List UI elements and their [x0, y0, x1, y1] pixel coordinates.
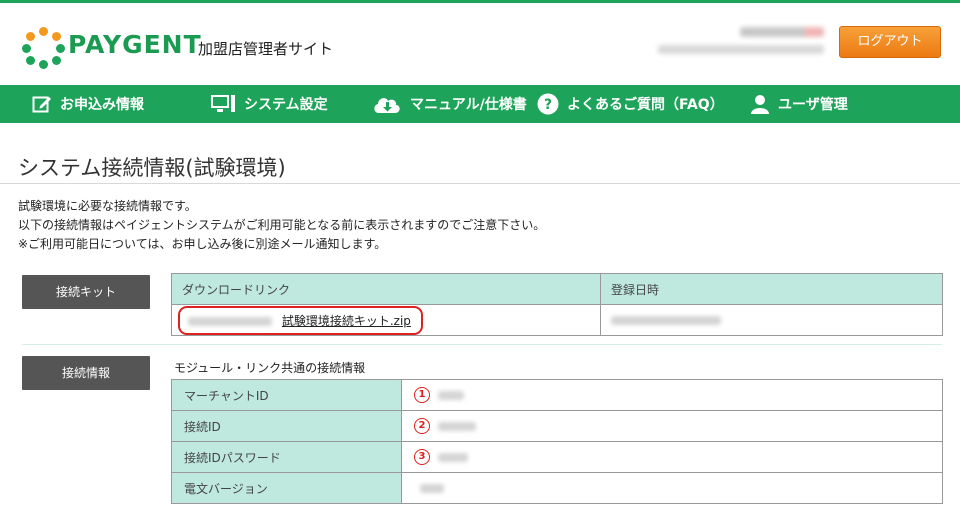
nav-label: システム設定 — [244, 97, 328, 113]
number-badge: 1 — [414, 387, 430, 403]
connection-id-value: 2 — [401, 410, 943, 442]
description-line: 試験環境に必要な接続情報です。 — [18, 199, 197, 213]
download-cell: 試験環境接続キット.zip — [171, 304, 601, 336]
header-download-link: ダウンロードリンク — [171, 273, 601, 305]
description-line: ※ご利用可能日については、お申し込み後に別途メール通知します。 — [18, 237, 387, 251]
user-icon — [750, 94, 770, 114]
nav-item-application[interactable]: お申込み情報 — [32, 85, 144, 123]
svg-text:?: ? — [544, 97, 552, 113]
nav-label: マニュアル/仕様書 — [410, 97, 527, 113]
section-divider — [22, 344, 942, 345]
kit-table: ダウンロードリンク 登録日時 試験環境接続キット.zip — [171, 273, 943, 336]
table-row: 電文バージョン — [171, 472, 943, 504]
header-registered-date: 登録日時 — [600, 273, 943, 305]
title-divider — [0, 183, 960, 184]
connection-info-table: マーチャントID 1 接続ID 2 接続IDパスワード 3 電文バージョン — [171, 379, 943, 504]
connection-password-value: 3 — [401, 441, 943, 473]
table-row: マーチャントID 1 — [171, 379, 943, 411]
nav-label: よくあるご質問（FAQ） — [567, 97, 724, 113]
nav-item-user-management[interactable]: ユーザ管理 — [750, 85, 848, 123]
user-name-redacted — [740, 27, 824, 37]
logout-button[interactable]: ログアウト — [839, 26, 941, 58]
connection-password-label: 接続IDパスワード — [171, 441, 402, 473]
registered-date-cell — [600, 304, 943, 336]
connection-heading: モジュール・リンク共通の接続情報 — [174, 361, 366, 375]
nav-label: ユーザ管理 — [778, 97, 848, 113]
nav-item-manual[interactable]: マニュアル/仕様書 — [372, 85, 527, 123]
kit-table-header: ダウンロードリンク 登録日時 — [171, 273, 943, 305]
page-title: システム接続情報(試験環境) — [18, 156, 286, 180]
main-nav: お申込み情報 システム設定 マニュアル/仕様書 ? よくあるご質問（FAQ） ユ… — [0, 85, 960, 123]
kit-section-label: 接続キット — [22, 275, 150, 309]
redacted-value — [437, 421, 476, 431]
redacted-date — [611, 316, 721, 325]
connection-section-label: 接続情報 — [22, 356, 150, 390]
merchant-id-value: 1 — [401, 379, 943, 411]
connection-id-label: 接続ID — [171, 410, 402, 442]
nav-item-faq[interactable]: ? よくあるご質問（FAQ） — [537, 85, 724, 123]
table-row: 試験環境接続キット.zip — [171, 304, 943, 336]
user-info-redacted — [658, 45, 824, 54]
merchant-id-label: マーチャントID — [171, 379, 402, 411]
brand-name: PAYGENT — [68, 30, 202, 59]
edit-icon — [32, 94, 52, 114]
table-row: 接続ID 2 — [171, 410, 943, 442]
download-kit-link[interactable]: 試験環境接続キット.zip — [282, 314, 411, 328]
message-version-label: 電文バージョン — [171, 472, 402, 504]
number-badge: 2 — [414, 418, 430, 434]
paygent-logo-icon — [22, 27, 66, 71]
redacted-value — [437, 390, 464, 400]
monitor-icon — [210, 94, 236, 114]
redacted-value — [420, 484, 444, 493]
message-version-value — [401, 472, 943, 504]
question-icon: ? — [537, 93, 559, 115]
redacted-text — [188, 316, 272, 326]
site-header: PAYGENT 加盟店管理者サイト ログアウト — [0, 3, 960, 85]
table-row: 接続IDパスワード 3 — [171, 441, 943, 473]
redacted-value — [437, 452, 468, 462]
nav-item-system-settings[interactable]: システム設定 — [210, 85, 328, 123]
cloud-download-icon — [372, 94, 402, 114]
download-highlight: 試験環境接続キット.zip — [178, 305, 423, 335]
description-line: 以下の接続情報はペイジェントシステムがご利用可能となる前に表示されますのでご注意… — [18, 218, 546, 232]
site-subtitle: 加盟店管理者サイト — [198, 40, 334, 58]
number-badge: 3 — [414, 449, 430, 465]
nav-label: お申込み情報 — [60, 97, 144, 113]
